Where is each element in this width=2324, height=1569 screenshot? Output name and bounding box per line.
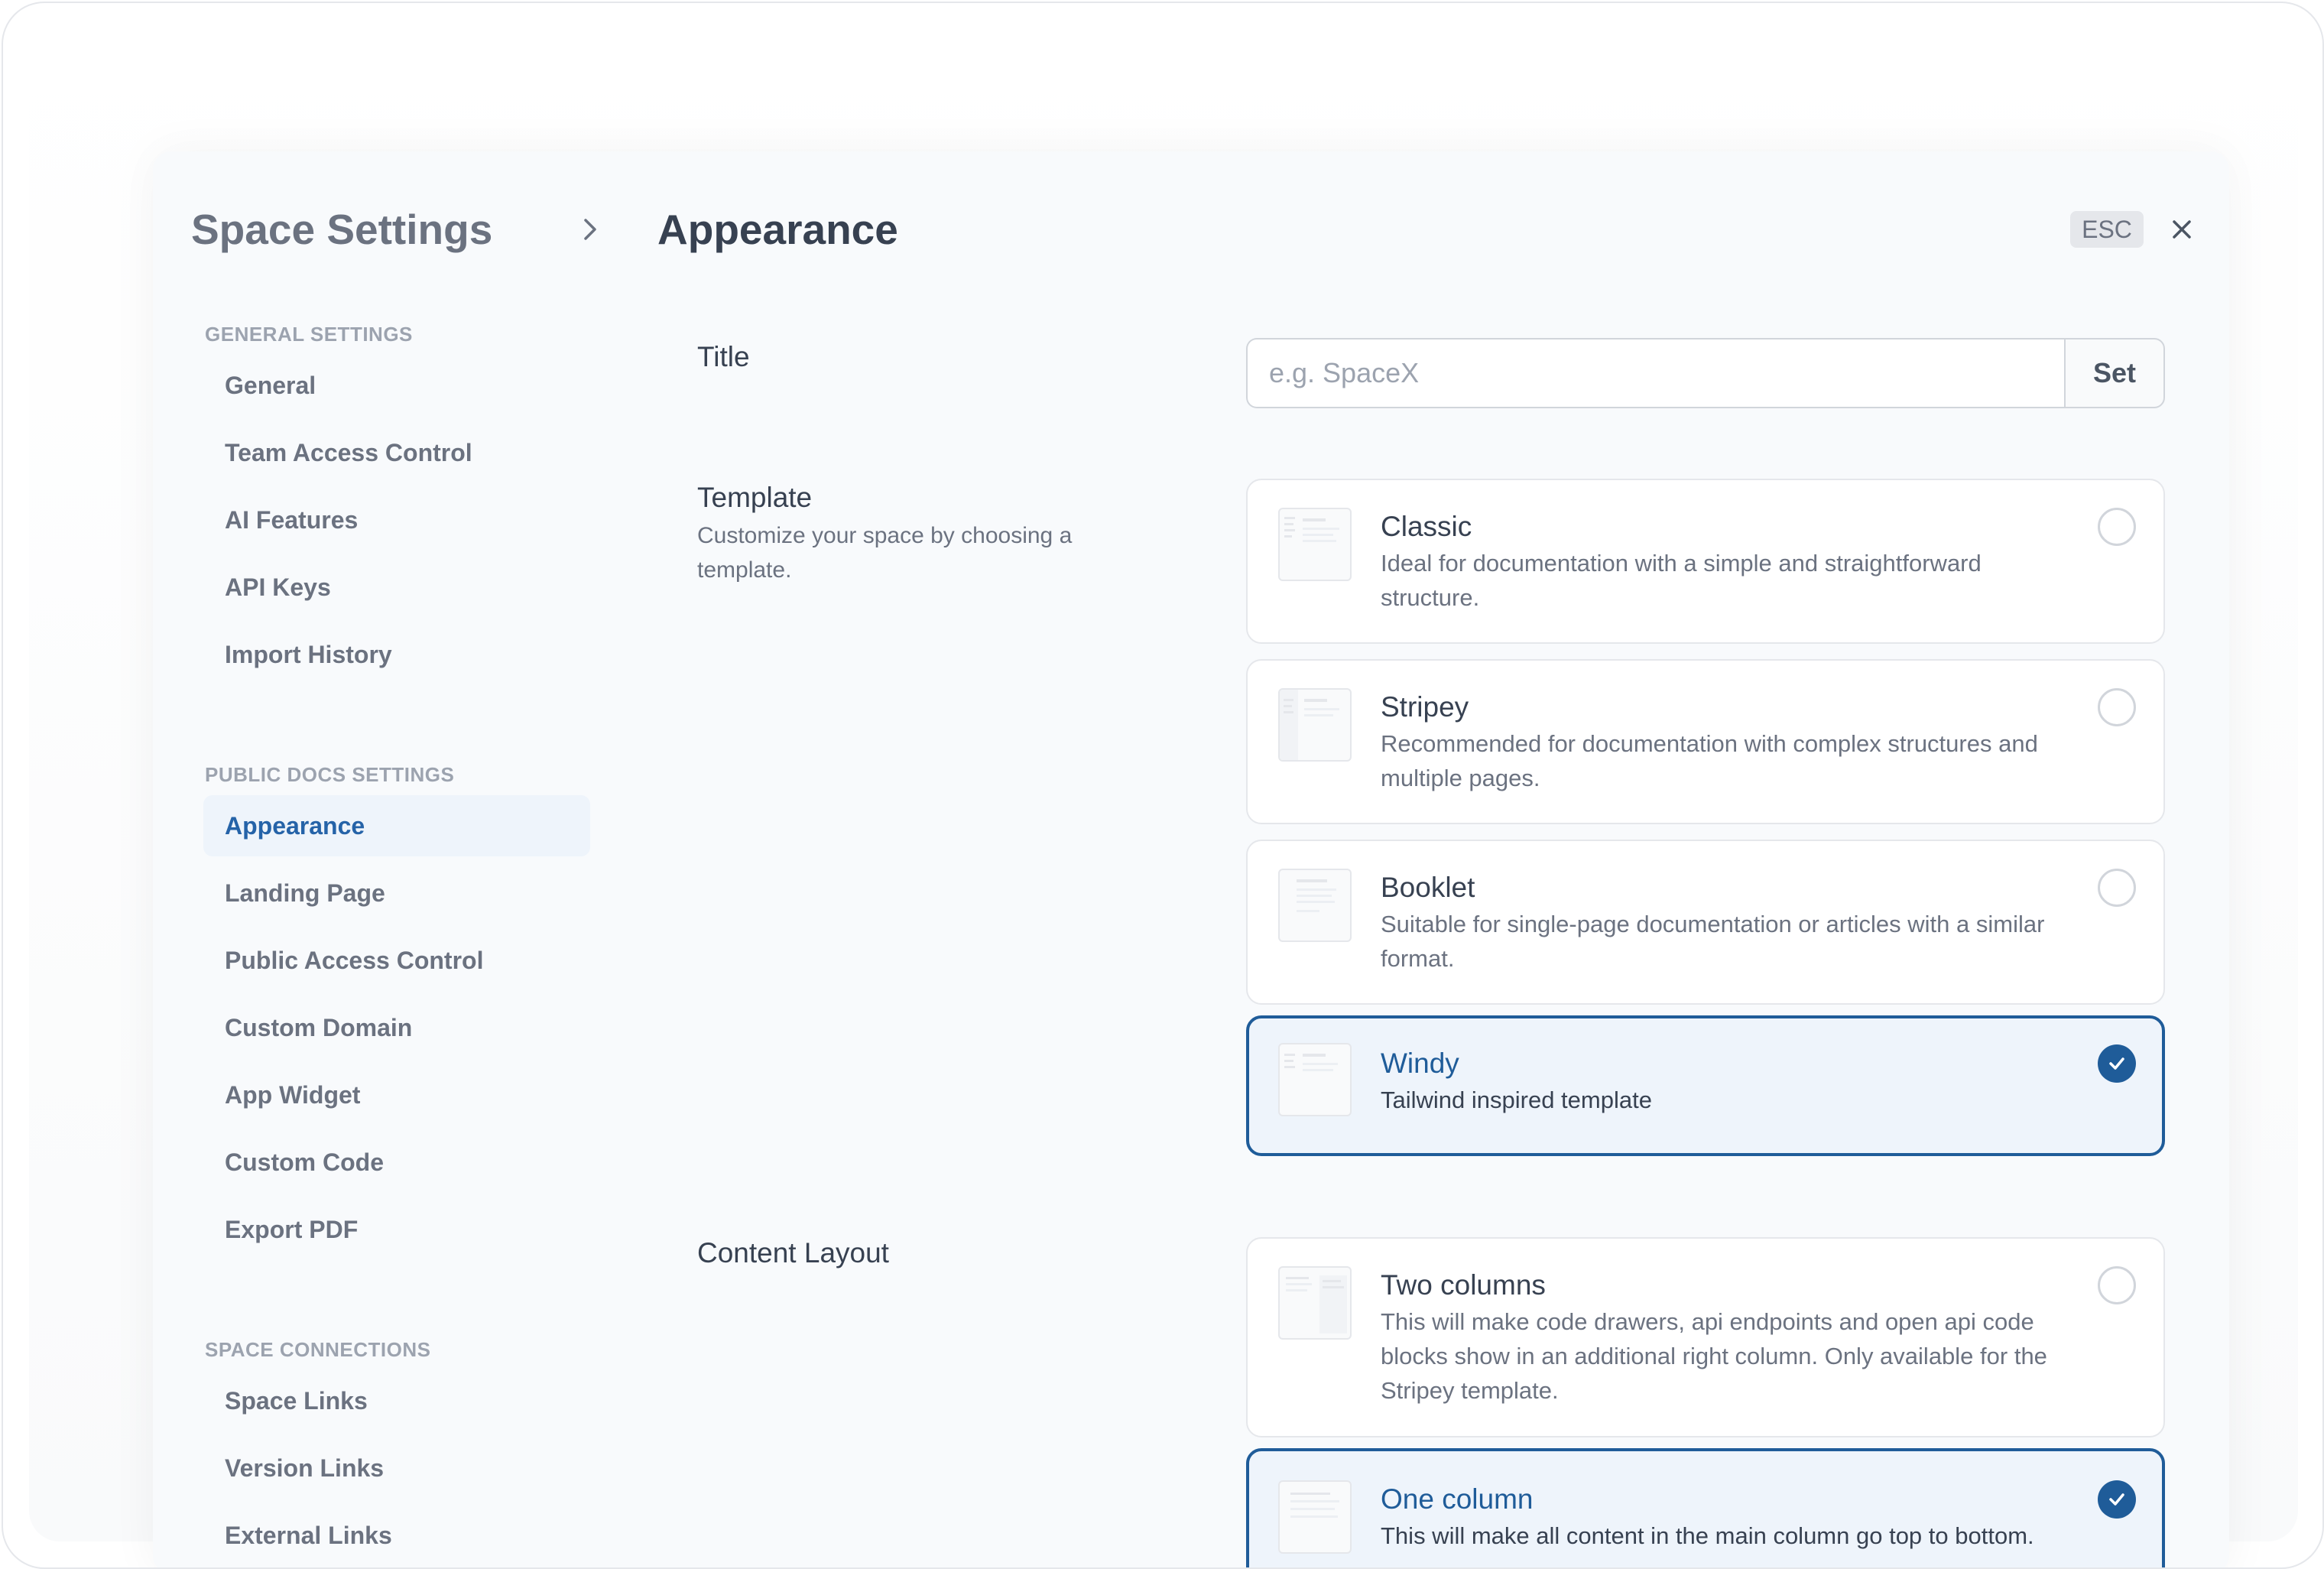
- template-card-classic[interactable]: Classic Ideal for documentation with a s…: [1246, 479, 2165, 644]
- sidebar-item-custom-code[interactable]: Custom Code: [203, 1132, 590, 1193]
- radio-one-column-checked[interactable]: [2098, 1480, 2136, 1519]
- layout-name-one-column: One column: [1381, 1483, 1534, 1515]
- layout-preview-two-columns: [1278, 1266, 1352, 1340]
- sidebar-item-general[interactable]: General: [203, 355, 590, 416]
- radio-classic[interactable]: [2098, 508, 2136, 546]
- template-name-stripey: Stripey: [1381, 691, 1469, 723]
- radio-two-columns[interactable]: [2098, 1266, 2136, 1304]
- layout-card-one-column[interactable]: One column This will make all content in…: [1246, 1448, 2165, 1567]
- template-preview-stripey: [1278, 688, 1352, 762]
- layout-card-two-columns[interactable]: Two columns This will make code drawers,…: [1246, 1237, 2165, 1437]
- esc-badge: ESC: [2070, 211, 2144, 248]
- set-title-button[interactable]: Set: [2064, 338, 2165, 408]
- template-desc-booklet: Suitable for single-page documentation o…: [1381, 911, 2045, 972]
- template-name-classic: Classic: [1381, 511, 1472, 542]
- sidebar-item-custom-domain[interactable]: Custom Domain: [203, 997, 590, 1058]
- check-icon: [2109, 1493, 2124, 1506]
- check-icon: [2109, 1057, 2124, 1070]
- template-description: Customize your space by choosing a templ…: [697, 523, 1073, 583]
- sidebar-item-external-links[interactable]: External Links: [203, 1505, 590, 1566]
- sidebar-item-landing-page[interactable]: Landing Page: [203, 862, 590, 924]
- section-heading-public-docs: PUBLIC DOCS SETTINGS: [205, 763, 455, 786]
- template-label: Template: [697, 482, 813, 513]
- template-card-booklet[interactable]: Booklet Suitable for single-page documen…: [1246, 840, 2165, 1005]
- title-label: Title: [697, 341, 750, 372]
- template-preview-booklet: [1278, 869, 1352, 942]
- section-heading-general: GENERAL SETTINGS: [205, 323, 413, 346]
- layout-desc-one-column: This will make all content in the main c…: [1381, 1522, 2034, 1549]
- settings-modal: Space Settings Appearance ESC GENERAL SE…: [153, 151, 2229, 1567]
- sidebar-item-space-links[interactable]: Space Links: [203, 1370, 590, 1431]
- sidebar-item-public-access-control[interactable]: Public Access Control: [203, 930, 590, 991]
- layout-name-two-columns: Two columns: [1381, 1269, 1546, 1301]
- sidebar-item-version-links[interactable]: Version Links: [203, 1437, 590, 1499]
- app-window: Space Settings Appearance ESC GENERAL SE…: [2, 2, 2324, 1569]
- template-name-windy: Windy: [1381, 1048, 1459, 1079]
- close-icon[interactable]: [2165, 213, 2199, 246]
- radio-stripey[interactable]: [2098, 688, 2136, 726]
- template-name-booklet: Booklet: [1381, 872, 1475, 903]
- radio-windy-checked[interactable]: [2098, 1044, 2136, 1083]
- template-desc-stripey: Recommended for documentation with compl…: [1381, 730, 2038, 791]
- template-card-windy[interactable]: Windy Tailwind inspired template: [1246, 1015, 2165, 1156]
- template-desc-windy: Tailwind inspired template: [1381, 1087, 1652, 1113]
- section-heading-space-connections: SPACE CONNECTIONS: [205, 1338, 431, 1361]
- title-input[interactable]: [1246, 338, 2066, 408]
- sidebar-item-ai-features[interactable]: AI Features: [203, 489, 590, 551]
- sidebar-item-app-widget[interactable]: App Widget: [203, 1064, 590, 1126]
- sidebar-item-api-keys[interactable]: API Keys: [203, 557, 590, 618]
- template-preview-windy: [1278, 1043, 1352, 1116]
- sidebar-item-appearance[interactable]: Appearance: [203, 795, 590, 856]
- radio-booklet[interactable]: [2098, 869, 2136, 907]
- sidebar-item-export-pdf[interactable]: Export PDF: [203, 1199, 590, 1260]
- sidebar-item-import-history[interactable]: Import History: [203, 624, 590, 685]
- chevron-right-icon: [584, 219, 596, 240]
- template-desc-classic: Ideal for documentation with a simple an…: [1381, 550, 1982, 611]
- template-preview-classic: [1278, 508, 1352, 581]
- page-title: Appearance: [657, 206, 898, 253]
- template-card-stripey[interactable]: Stripey Recommended for documentation wi…: [1246, 659, 2165, 824]
- window-background: Space Settings Appearance ESC GENERAL SE…: [29, 28, 2298, 1567]
- content-layout-label: Content Layout: [697, 1237, 889, 1269]
- layout-desc-two-columns: This will make code drawers, api endpoin…: [1381, 1308, 2047, 1404]
- settings-title: Space Settings: [191, 206, 493, 253]
- layout-preview-one-column: [1278, 1480, 1352, 1554]
- sidebar-item-team-access-control[interactable]: Team Access Control: [203, 422, 590, 483]
